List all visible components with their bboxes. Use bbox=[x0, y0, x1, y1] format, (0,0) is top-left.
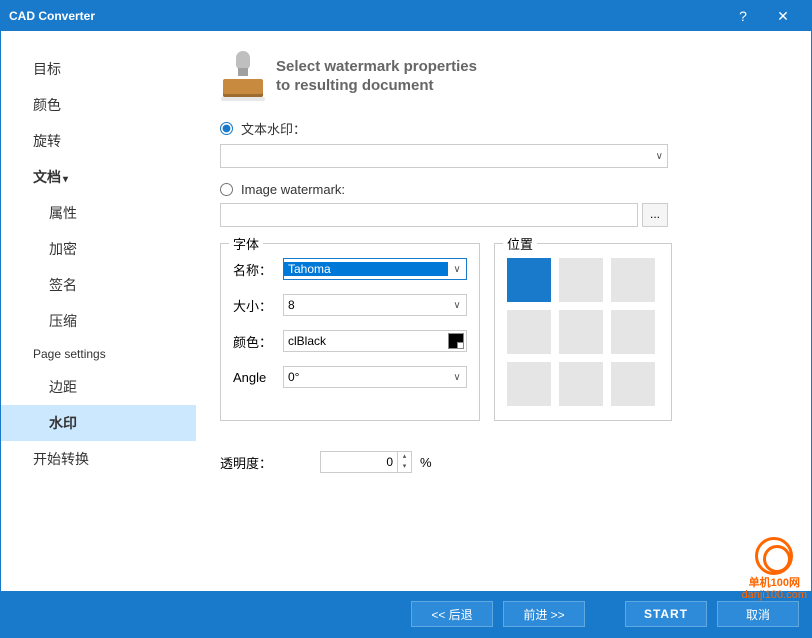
font-size-select[interactable]: 8∨ bbox=[283, 294, 467, 316]
main-panel: Select watermark properties to resulting… bbox=[196, 31, 811, 591]
header-text: Select watermark properties to resulting… bbox=[276, 57, 477, 96]
chevron-down-icon: ∨ bbox=[448, 300, 466, 311]
font-name-label: 名称： bbox=[233, 260, 283, 279]
position-mid-left[interactable] bbox=[507, 310, 551, 354]
position-top-left[interactable] bbox=[507, 258, 551, 302]
position-grid bbox=[507, 258, 659, 406]
sidebar-item-rotate[interactable]: 旋转 bbox=[1, 123, 196, 159]
sidebar-item-properties[interactable]: 属性 bbox=[1, 195, 196, 231]
font-size-label: 大小： bbox=[233, 296, 283, 315]
page-header: Select watermark properties to resulting… bbox=[220, 51, 787, 101]
text-watermark-radio[interactable] bbox=[220, 122, 233, 135]
opacity-unit: % bbox=[420, 455, 432, 470]
text-watermark-combo[interactable]: ∨ bbox=[220, 144, 668, 168]
font-name-select[interactable]: Tahoma∨ bbox=[283, 258, 467, 280]
opacity-spinner[interactable]: ▴▾ bbox=[320, 451, 412, 473]
font-angle-label: Angle bbox=[233, 370, 283, 385]
position-mid-center[interactable] bbox=[559, 310, 603, 354]
content-area: 目标 颜色 旋转 文档▾ 属性 加密 签名 压缩 Page settings 边… bbox=[1, 31, 811, 591]
sidebar-item-watermark[interactable]: 水印 bbox=[1, 405, 196, 441]
position-bot-left[interactable] bbox=[507, 362, 551, 406]
text-watermark-row: 文本水印： bbox=[220, 119, 787, 138]
sidebar: 目标 颜色 旋转 文档▾ 属性 加密 签名 压缩 Page settings 边… bbox=[1, 31, 196, 591]
start-button[interactable]: START bbox=[625, 601, 707, 627]
position-top-right[interactable] bbox=[611, 258, 655, 302]
chevron-up-icon[interactable]: ▴ bbox=[398, 452, 411, 462]
window-title: CAD Converter bbox=[9, 9, 723, 23]
titlebar: CAD Converter ? ✕ bbox=[1, 1, 811, 31]
font-color-select[interactable]: clBlack bbox=[283, 330, 467, 352]
image-watermark-radio[interactable] bbox=[220, 183, 233, 196]
text-watermark-label: 文本水印： bbox=[241, 119, 306, 138]
position-bot-right[interactable] bbox=[611, 362, 655, 406]
sidebar-item-target[interactable]: 目标 bbox=[1, 51, 196, 87]
font-color-label: 颜色： bbox=[233, 332, 283, 351]
back-button[interactable]: << 后退 bbox=[411, 601, 493, 627]
font-fieldset: 字体 名称： Tahoma∨ 大小： 8∨ 颜色： clBlack Angle … bbox=[220, 243, 480, 421]
opacity-label: 透明度： bbox=[220, 453, 320, 472]
image-path-input[interactable] bbox=[220, 203, 638, 227]
position-top-center[interactable] bbox=[559, 258, 603, 302]
sidebar-item-encrypt[interactable]: 加密 bbox=[1, 231, 196, 267]
cancel-button[interactable]: 取消 bbox=[717, 601, 799, 627]
help-button[interactable]: ? bbox=[723, 8, 763, 24]
opacity-row: 透明度： ▴▾ % bbox=[220, 451, 787, 473]
color-swatch-icon bbox=[448, 333, 464, 349]
image-path-row: ... bbox=[220, 203, 787, 227]
position-mid-right[interactable] bbox=[611, 310, 655, 354]
font-angle-select[interactable]: 0°∨ bbox=[283, 366, 467, 388]
sidebar-item-page-settings[interactable]: Page settings bbox=[1, 339, 196, 369]
close-button[interactable]: ✕ bbox=[763, 8, 803, 25]
browse-button[interactable]: ... bbox=[642, 203, 668, 227]
chevron-down-icon: ▾ bbox=[63, 174, 68, 185]
image-watermark-label: Image watermark: bbox=[241, 182, 345, 197]
spinner-arrows[interactable]: ▴▾ bbox=[398, 451, 412, 473]
sidebar-item-color[interactable]: 颜色 bbox=[1, 87, 196, 123]
source-watermark: 单机100网 danji100.com bbox=[742, 537, 807, 601]
sidebar-item-compress[interactable]: 压缩 bbox=[1, 303, 196, 339]
sidebar-item-margin[interactable]: 边距 bbox=[1, 369, 196, 405]
position-legend: 位置 bbox=[503, 234, 537, 253]
chevron-down-icon: ∨ bbox=[656, 151, 663, 162]
font-legend: 字体 bbox=[229, 234, 263, 253]
opacity-input[interactable] bbox=[320, 451, 398, 473]
logo-icon bbox=[755, 537, 793, 575]
chevron-down-icon: ∨ bbox=[448, 372, 466, 383]
next-button[interactable]: 前进 >> bbox=[503, 601, 585, 627]
footer: << 后退 前进 >> START 取消 bbox=[1, 591, 811, 637]
position-bot-center[interactable] bbox=[559, 362, 603, 406]
sidebar-item-start-convert[interactable]: 开始转换 bbox=[1, 441, 196, 477]
stamp-icon bbox=[220, 51, 266, 101]
chevron-down-icon[interactable]: ▾ bbox=[398, 462, 411, 472]
chevron-down-icon: ∨ bbox=[448, 264, 466, 275]
image-watermark-row: Image watermark: bbox=[220, 182, 787, 197]
sidebar-item-sign[interactable]: 签名 bbox=[1, 267, 196, 303]
sidebar-item-document[interactable]: 文档▾ bbox=[1, 159, 196, 195]
position-fieldset: 位置 bbox=[494, 243, 672, 421]
